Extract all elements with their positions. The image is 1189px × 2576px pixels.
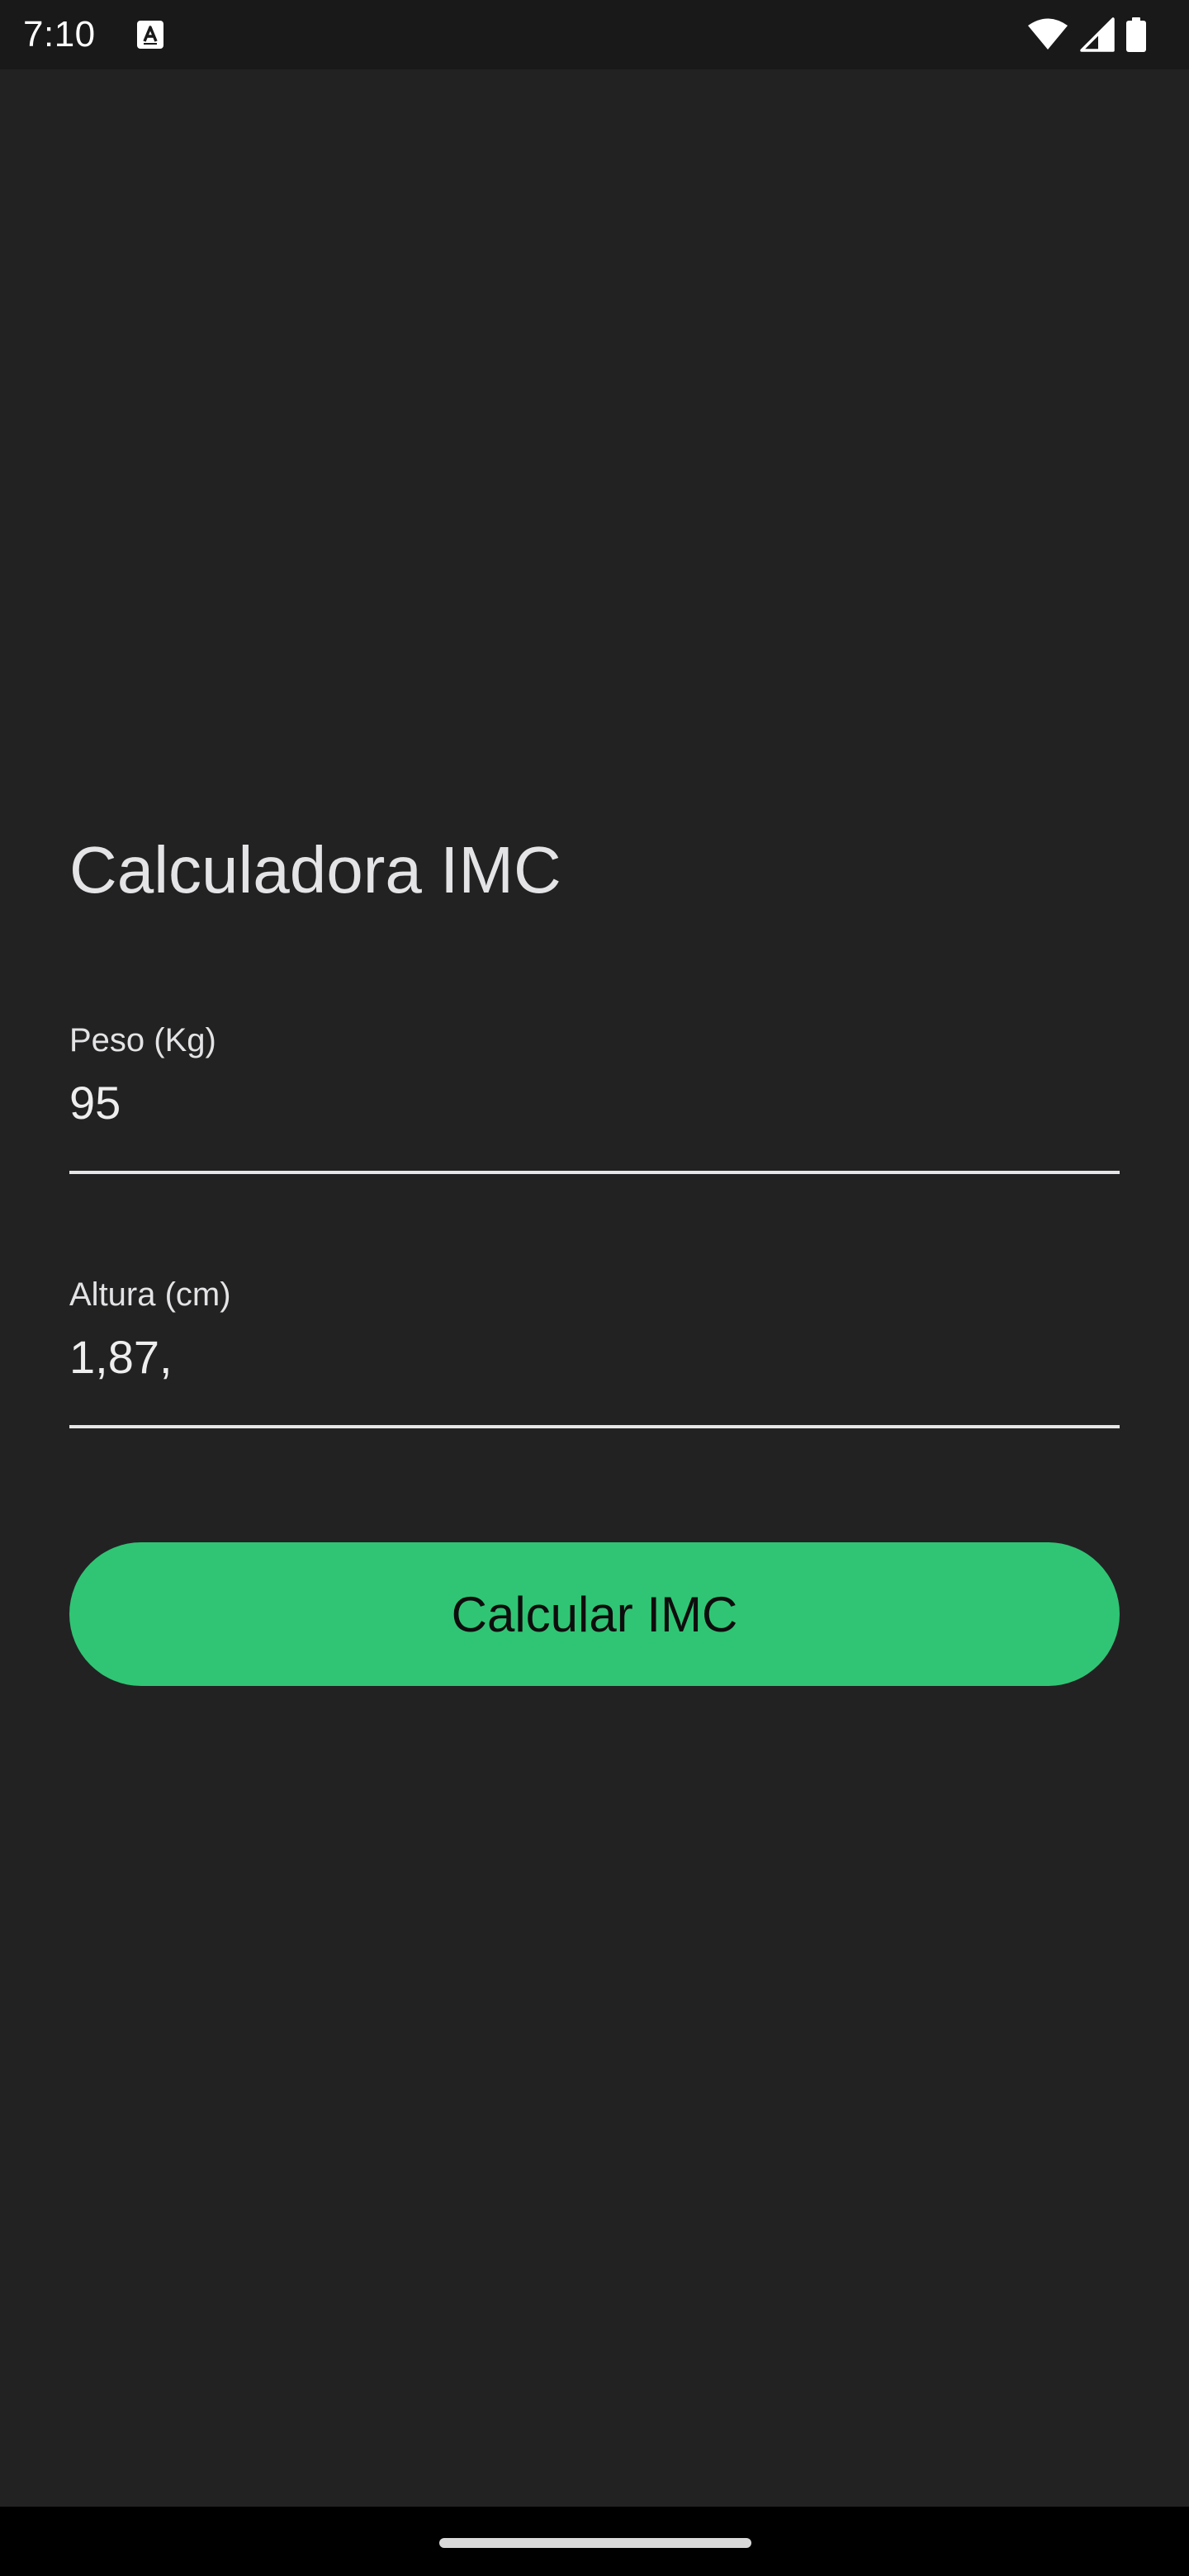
status-icons xyxy=(1027,17,1146,53)
cell-signal-icon xyxy=(1080,17,1115,52)
weight-field-underline xyxy=(69,1171,1120,1174)
height-field-label: Altura (cm) xyxy=(69,1276,231,1313)
notification-a-icon xyxy=(137,21,163,49)
calculate-imc-button[interactable]: Calcular IMC xyxy=(69,1542,1120,1686)
height-input[interactable]: 1,87, xyxy=(69,1331,173,1384)
navigation-bar xyxy=(0,2507,1189,2576)
wifi-icon xyxy=(1027,18,1068,51)
height-field[interactable]: Altura (cm) 1,87, xyxy=(69,1275,1120,1430)
height-field-underline xyxy=(69,1425,1120,1428)
home-gesture-handle[interactable] xyxy=(439,2538,751,2548)
weight-input[interactable]: 95 xyxy=(69,1077,121,1129)
weight-field-label: Peso (Kg) xyxy=(69,1022,216,1058)
status-bar: 7:10 xyxy=(0,0,1189,69)
page-title: Calculadora IMC xyxy=(69,833,561,907)
weight-field[interactable]: Peso (Kg) 95 xyxy=(69,1020,1120,1176)
status-time: 7:10 xyxy=(23,14,96,54)
battery-icon xyxy=(1126,17,1146,52)
